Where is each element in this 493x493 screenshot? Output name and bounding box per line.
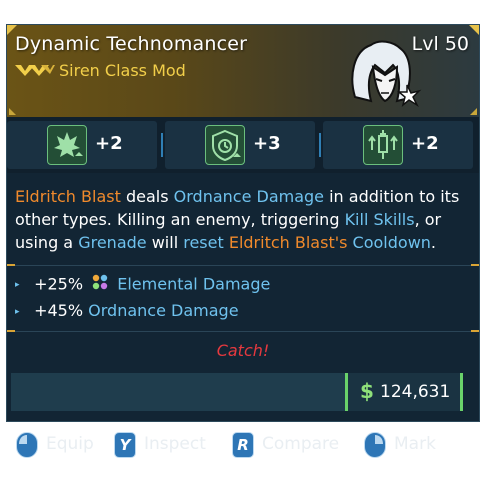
perk-row: +2 +3 +2 bbox=[7, 117, 479, 173]
action-bar: Equip Y Inspect R Compare Mark bbox=[0, 426, 493, 466]
action-label: Compare bbox=[262, 434, 340, 454]
right-mouse-button-icon bbox=[364, 432, 386, 458]
section-divider bbox=[7, 331, 479, 332]
corner-accent bbox=[469, 25, 479, 35]
section-divider bbox=[7, 265, 479, 266]
bullet-icon: ▸ bbox=[15, 280, 20, 290]
left-mouse-button-icon bbox=[16, 432, 38, 458]
description-segment: deals bbox=[120, 187, 174, 206]
item-type: Siren Class Mod bbox=[59, 61, 186, 80]
description-segment: Cooldown bbox=[352, 233, 431, 252]
divider-mark bbox=[7, 264, 15, 266]
description-segment: Grenade bbox=[78, 233, 147, 252]
price-value: 124,631 bbox=[380, 382, 451, 402]
currency-icon: $ bbox=[360, 379, 374, 403]
divider-mark bbox=[7, 330, 15, 332]
bullet-icon: ▸ bbox=[15, 306, 20, 317]
description-segment: will bbox=[146, 233, 184, 252]
divider-mark bbox=[471, 330, 479, 332]
action-label: Inspect bbox=[144, 434, 206, 454]
perk-slot[interactable]: +2 bbox=[7, 121, 157, 169]
corner-accent bbox=[9, 108, 16, 115]
description-segment: Eldritch Blast bbox=[15, 187, 121, 206]
shield-timer-icon bbox=[205, 125, 245, 165]
description-segment: Eldritch Blast's bbox=[228, 233, 348, 252]
price-box: $ 124,631 bbox=[345, 373, 463, 411]
description-segment: reset bbox=[183, 233, 224, 252]
siren-portrait-icon bbox=[351, 40, 422, 108]
bonus-amount: +45% bbox=[34, 301, 84, 320]
syringe-arrows-icon bbox=[363, 125, 403, 165]
divider-mark bbox=[471, 264, 479, 266]
perk-value: +2 bbox=[95, 133, 123, 154]
perk-value: +3 bbox=[253, 133, 281, 154]
bonus-line: ▸ +45% Ordnance Damage bbox=[15, 300, 239, 322]
corner-accent bbox=[470, 108, 477, 115]
item-card: Dynamic Technomancer Lvl 50 Siren Class … bbox=[6, 24, 480, 422]
description-segment: Kill Skills bbox=[344, 210, 415, 229]
perk-value: +2 bbox=[411, 133, 439, 154]
key-y-button: Y bbox=[114, 432, 136, 458]
item-header: Dynamic Technomancer Lvl 50 Siren Class … bbox=[7, 25, 479, 118]
bonus-line: ▸ +25% Elemental Damage bbox=[15, 273, 270, 295]
flame-crown-icon bbox=[47, 125, 87, 165]
description-segment: . bbox=[430, 233, 437, 252]
perk-slot[interactable]: +3 bbox=[165, 121, 315, 169]
action-label: Equip bbox=[46, 434, 94, 454]
action-label: Mark bbox=[394, 434, 436, 454]
bonus-amount: +25% bbox=[34, 274, 84, 294]
flavor-text: Catch! bbox=[216, 341, 270, 360]
perk-divider bbox=[319, 133, 321, 157]
item-name: Dynamic Technomancer bbox=[15, 33, 248, 55]
key-r-button: R bbox=[232, 432, 254, 458]
perk-divider bbox=[161, 133, 163, 157]
price-bar: $ 124,631 bbox=[11, 373, 463, 411]
perk-slot[interactable]: +2 bbox=[323, 121, 473, 169]
bonus-label: Elemental Damage bbox=[117, 274, 271, 294]
elemental-icon bbox=[91, 273, 109, 297]
description-segment: Ordnance Damage bbox=[173, 187, 325, 206]
item-description: Eldritch Blast deals Ordnance Damage in … bbox=[15, 185, 475, 254]
bonus-label: Ordnance Damage bbox=[88, 301, 239, 320]
rarity-chevrons-icon bbox=[15, 65, 55, 76]
